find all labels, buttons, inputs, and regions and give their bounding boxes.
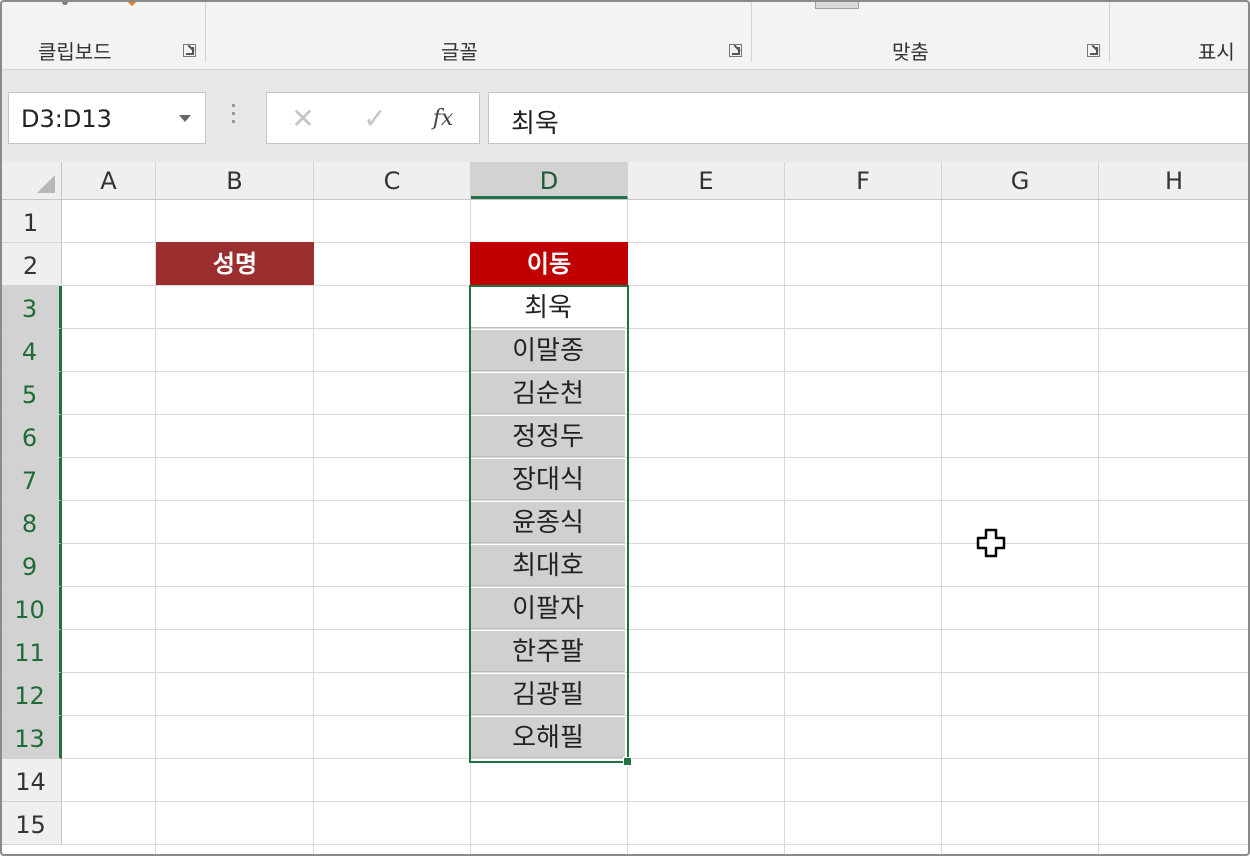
- gridline: [62, 715, 1250, 716]
- column-header-row: A B C D E F G H: [0, 162, 1250, 200]
- name-box[interactable]: D3:D13: [8, 92, 206, 144]
- cell-d12[interactable]: 김광필: [471, 674, 625, 715]
- name-box-value: D3:D13: [21, 105, 112, 133]
- fill-handle[interactable]: [623, 757, 632, 766]
- column-header-a[interactable]: A: [62, 162, 156, 199]
- gridline: [62, 758, 1250, 759]
- gridline: [313, 200, 314, 856]
- gridline: [62, 543, 1250, 544]
- row-header-2[interactable]: 2: [0, 243, 62, 286]
- cell-d4[interactable]: 이말종: [471, 330, 625, 371]
- cell-d7[interactable]: 장대식: [471, 459, 625, 500]
- gridline: [62, 285, 1250, 286]
- ribbon-group-label: 글꼴: [441, 40, 478, 64]
- column-header-c[interactable]: C: [314, 162, 471, 199]
- enter-check-icon[interactable]: ✓: [353, 101, 397, 137]
- ribbon-group-font: 글꼴: [206, 0, 751, 69]
- row-header-4[interactable]: 4: [0, 329, 62, 372]
- gridline: [62, 801, 1250, 802]
- cell-d5[interactable]: 김순천: [471, 373, 625, 414]
- gridline: [155, 200, 156, 856]
- gridline: [62, 500, 1250, 501]
- column-header-e[interactable]: E: [628, 162, 785, 199]
- gridline: [941, 200, 942, 856]
- formula-content: 최욱: [511, 109, 559, 139]
- select-all-button[interactable]: [0, 162, 62, 199]
- cell-d13[interactable]: 오해필: [471, 717, 625, 758]
- row-header-7[interactable]: 7: [0, 458, 62, 501]
- gridline: [62, 457, 1250, 458]
- formula-input[interactable]: 최욱: [488, 92, 1250, 144]
- ribbon-group-label: 표시: [1198, 40, 1235, 64]
- insert-function-icon[interactable]: fx: [421, 101, 465, 137]
- cross-cursor-icon: [976, 528, 1006, 558]
- cell-d11[interactable]: 한주팔: [471, 631, 625, 672]
- cell-d10[interactable]: 이팔자: [471, 588, 625, 629]
- cell-d6[interactable]: 정정두: [471, 416, 625, 457]
- row-header-15[interactable]: 15: [0, 802, 62, 845]
- ribbon-group-label: 클립보드: [38, 40, 112, 64]
- gridline: [62, 371, 1250, 372]
- row-header-6[interactable]: 6: [0, 415, 62, 458]
- dialog-launcher-icon[interactable]: [1087, 44, 1100, 57]
- cell-d8[interactable]: 윤종식: [471, 502, 625, 543]
- ribbon-group-number: 표시: [1110, 0, 1250, 69]
- dialog-launcher-icon[interactable]: [729, 44, 742, 57]
- gridline: [784, 200, 785, 856]
- gridline: [62, 844, 1250, 845]
- column-header-f[interactable]: F: [785, 162, 942, 199]
- column-header-h[interactable]: H: [1099, 162, 1250, 199]
- grid-top-strip: [0, 152, 1250, 162]
- row-header-14[interactable]: 14: [0, 759, 62, 802]
- ribbon-group-label: 맞춤: [892, 40, 929, 64]
- chevron-down-icon[interactable]: [179, 115, 191, 122]
- column-header-b[interactable]: B: [156, 162, 314, 199]
- dialog-launcher-icon[interactable]: [183, 44, 196, 57]
- cell-d9[interactable]: 최대호: [471, 545, 625, 586]
- gridline: [62, 328, 1250, 329]
- cancel-icon[interactable]: ✕: [281, 101, 325, 137]
- row-header-5[interactable]: 5: [0, 372, 62, 415]
- formula-buttons: ✕ ✓ fx: [266, 92, 480, 144]
- gridline: [62, 586, 1250, 587]
- ribbon: 클립보드 글꼴 맞춤 표시: [0, 0, 1250, 70]
- cell-d2-header[interactable]: 이동: [470, 242, 628, 285]
- column-header-g[interactable]: G: [942, 162, 1099, 199]
- row-header-10[interactable]: 10: [0, 587, 62, 630]
- cell-d3[interactable]: 최욱: [471, 287, 625, 328]
- row-header-11[interactable]: 11: [0, 630, 62, 673]
- gridline: [62, 414, 1250, 415]
- cell-b2-header[interactable]: 성명: [156, 242, 314, 285]
- column-header-d[interactable]: D: [471, 162, 628, 199]
- ribbon-group-alignment: 맞춤: [752, 0, 1109, 69]
- gridline: [1098, 200, 1099, 856]
- row-header-13[interactable]: 13: [0, 716, 62, 759]
- drag-handle-icon[interactable]: [232, 104, 236, 128]
- ribbon-group-clipboard: 클립보드: [0, 0, 205, 69]
- row-header-9[interactable]: 9: [0, 544, 62, 587]
- row-header-3[interactable]: 3: [0, 286, 62, 329]
- row-header-8[interactable]: 8: [0, 501, 62, 544]
- gridline: [62, 672, 1250, 673]
- row-header-12[interactable]: 12: [0, 673, 62, 716]
- formula-bar: D3:D13 ✕ ✓ fx 최욱: [0, 70, 1250, 152]
- gridline: [62, 629, 1250, 630]
- row-header-1[interactable]: 1: [0, 200, 62, 243]
